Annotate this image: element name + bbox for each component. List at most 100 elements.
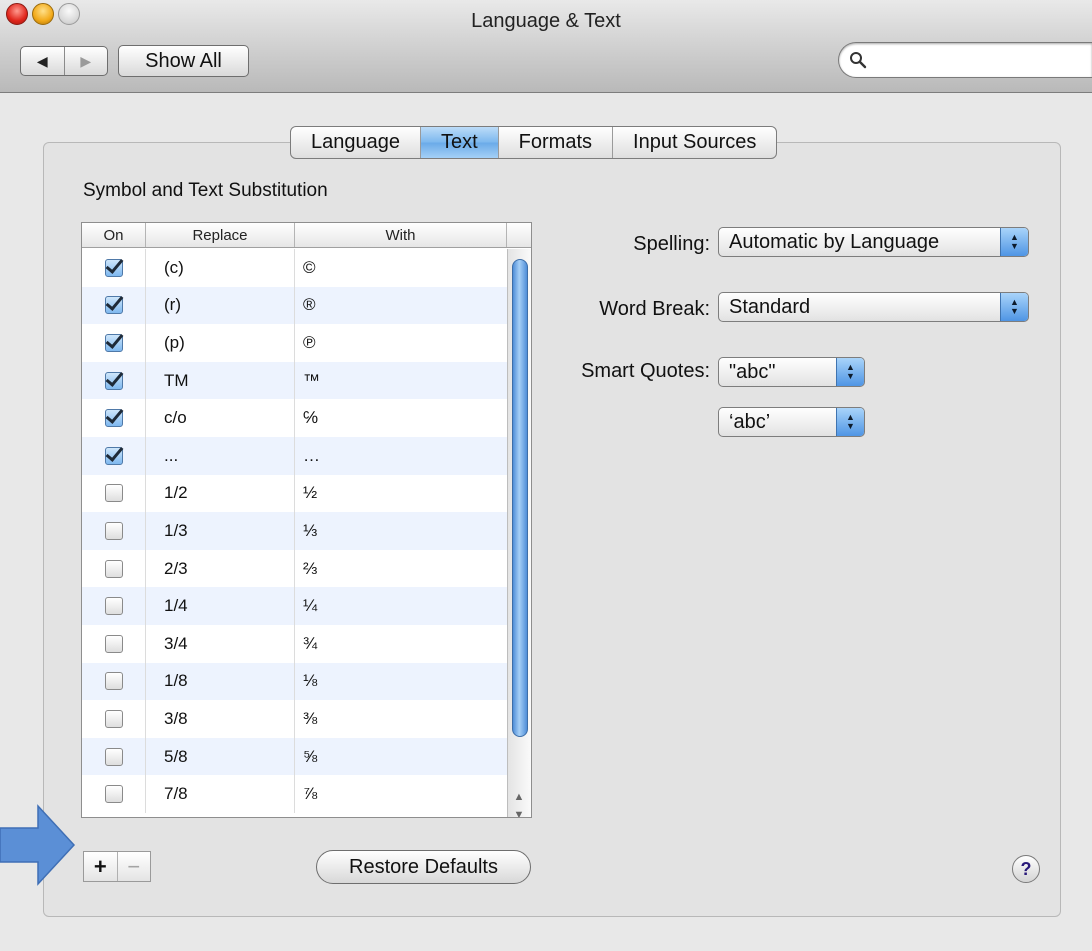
single-quotes-value: ‘abc’ [729,410,771,433]
with-cell[interactable]: ℗ [295,324,507,362]
help-button[interactable]: ? [1012,855,1040,883]
scroll-down-arrow[interactable]: ▼ [508,805,530,817]
add-remove-control: + − [83,851,151,882]
table-row[interactable]: TM ™ [82,361,507,400]
replace-cell[interactable]: 1/4 [146,587,295,625]
table-row[interactable]: c/o ℅ [82,399,507,437]
replace-cell[interactable]: ... [146,436,295,475]
add-button[interactable]: + [84,852,117,881]
word-break-popup[interactable]: Standard ▲ ▼ [718,292,1029,322]
remove-button[interactable]: − [116,852,151,881]
enabled-checkbox[interactable] [104,258,123,277]
table-row[interactable]: 7/8 ⅞ [82,775,507,813]
tab-input-sources[interactable]: Input Sources [612,127,776,158]
table-body: (c) © (r) ® (p) ℗ TM ™ c/o ℅...… 1/2 ½ 1/3 ⅓ 2/3 ⅔ 1/4 ¼ 3… [82,249,507,813]
word-break-value: Standard [729,295,811,318]
with-cell[interactable]: © [295,249,507,287]
with-cell[interactable]: ¾ [295,625,507,663]
on-cell [82,286,146,325]
pointer-arrow-icon [0,804,76,886]
with-cell[interactable]: ⅓ [295,512,507,550]
replace-cell[interactable]: 1/3 [146,512,295,550]
table-row[interactable]: 3/4 ¾ [82,624,507,663]
search-input[interactable] [873,50,1092,70]
enabled-checkbox[interactable] [104,409,123,428]
column-header-on[interactable]: On [82,223,146,247]
with-cell[interactable]: ℅ [295,399,507,437]
enabled-checkbox[interactable] [104,446,123,465]
enabled-checkbox[interactable] [104,597,123,616]
table-row[interactable]: 5/8 ⅝ [82,737,507,776]
enabled-checkbox[interactable] [104,559,123,578]
with-cell[interactable]: ⅔ [295,550,507,588]
with-cell[interactable]: … [295,437,507,475]
replace-cell[interactable]: 2/3 [146,549,295,588]
replace-cell[interactable]: 3/4 [146,624,295,663]
replace-cell[interactable]: (r) [146,286,295,325]
with-cell[interactable]: ¼ [295,587,507,625]
table-row[interactable]: 3/8 ⅜ [82,700,507,738]
enabled-checkbox[interactable] [104,521,123,540]
table-row[interactable]: 1/8 ⅛ [82,662,507,701]
replace-cell[interactable]: 5/8 [146,737,295,776]
enabled-checkbox[interactable] [104,709,123,728]
table-row[interactable]: ...… [82,436,507,475]
single-quotes-popup[interactable]: ‘abc’ ▲ ▼ [718,407,865,437]
column-header-with[interactable]: With [295,223,507,247]
enabled-checkbox[interactable] [104,785,123,804]
back-forward-control: ◀ ▶ [20,46,108,76]
popup-arrows-icon: ▲ ▼ [1000,293,1028,321]
column-header-replace[interactable]: Replace [146,223,295,247]
restore-defaults-button[interactable]: Restore Defaults [316,850,531,884]
forward-button[interactable]: ▶ [63,47,108,75]
table-row[interactable]: 2/3 ⅔ [82,549,507,588]
table-scrollbar[interactable]: ▲ ▼ [507,249,531,817]
table-row[interactable]: (p) ℗ [82,324,507,362]
with-cell[interactable]: ⅝ [295,738,507,776]
table-row[interactable]: 1/4 ¼ [82,587,507,625]
with-cell[interactable]: ½ [295,475,507,513]
substitution-table: On Replace With (c) © (r) ® (p) ℗ TM ™ c/o ℅...… 1… [81,222,532,818]
replace-cell[interactable]: 1/2 [146,474,295,513]
spelling-popup[interactable]: Automatic by Language ▲ ▼ [718,227,1029,257]
show-all-button[interactable]: Show All [118,45,249,77]
enabled-checkbox[interactable] [104,672,123,691]
on-cell [82,775,146,813]
enabled-checkbox[interactable] [104,634,123,653]
enabled-checkbox[interactable] [104,371,123,390]
tab-text[interactable]: Text [419,127,498,158]
scrollbar-thumb[interactable] [512,259,528,737]
double-quotes-popup[interactable]: "abc" ▲ ▼ [718,357,865,387]
on-cell [82,662,146,701]
with-cell[interactable]: ⅛ [295,663,507,701]
table-row[interactable]: (c) © [82,249,507,287]
table-row[interactable]: 1/3 ⅓ [82,512,507,550]
enabled-checkbox[interactable] [104,296,123,315]
replace-cell[interactable]: (p) [146,324,295,362]
back-button[interactable]: ◀ [21,47,64,75]
search-icon [850,52,867,69]
replace-cell[interactable]: 1/8 [146,662,295,701]
replace-cell[interactable]: TM [146,361,295,400]
with-cell[interactable]: ® [295,287,507,325]
enabled-checkbox[interactable] [104,484,123,503]
with-cell[interactable]: ™ [295,362,507,400]
replace-cell[interactable]: c/o [146,399,295,437]
tab-language[interactable]: Language [291,127,420,158]
enabled-checkbox[interactable] [104,333,123,352]
replace-cell[interactable]: 7/8 [146,775,295,813]
table-row[interactable]: (r) ® [82,286,507,325]
with-cell[interactable]: ⅞ [295,775,507,813]
tab-formats[interactable]: Formats [497,127,612,158]
on-cell [82,249,146,287]
column-header-spacer [507,223,531,247]
window-toolbar: Language & Text ◀ ▶ Show All [0,0,1092,93]
on-cell [82,474,146,513]
scroll-up-arrow[interactable]: ▲ [508,787,530,807]
with-cell[interactable]: ⅜ [295,700,507,738]
replace-cell[interactable]: (c) [146,249,295,287]
table-row[interactable]: 1/2 ½ [82,474,507,513]
search-field[interactable] [838,42,1092,78]
replace-cell[interactable]: 3/8 [146,700,295,738]
enabled-checkbox[interactable] [104,747,123,766]
